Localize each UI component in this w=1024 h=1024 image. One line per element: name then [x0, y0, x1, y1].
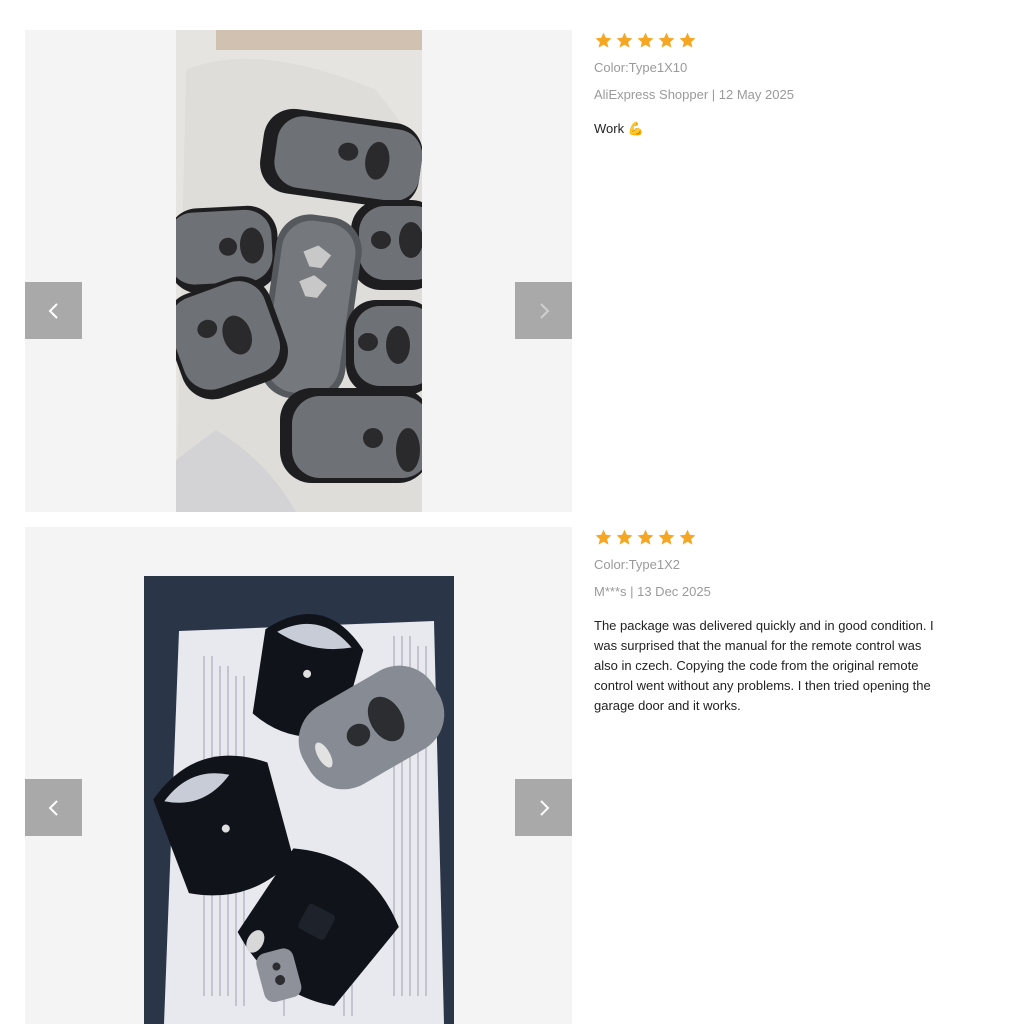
star-icon — [616, 32, 633, 48]
review-author-date: AliExpress Shopper | 12 May 2025 — [594, 87, 794, 102]
star-icon — [595, 529, 612, 545]
next-photo-button[interactable] — [515, 779, 572, 836]
previous-photo-button[interactable] — [25, 282, 82, 339]
review-info: Color:Type1X10 AliExpress Shopper | 12 M… — [594, 30, 939, 139]
star-rating — [594, 31, 939, 51]
review-author-date: M***s | 13 Dec 2025 — [594, 584, 711, 599]
review-card: Color:Type1X10 AliExpress Shopper | 12 M… — [25, 30, 1005, 512]
star-icon — [637, 32, 654, 48]
review-photo[interactable] — [144, 576, 454, 1024]
review-card: Color:Type1X2 M***s | 13 Dec 2025 The pa… — [25, 527, 1005, 1024]
review-photo[interactable] — [176, 30, 422, 512]
remotes-on-manual-image — [144, 576, 454, 1024]
star-icon — [616, 529, 633, 545]
review-text: The package was delivered quickly and in… — [594, 618, 934, 713]
review-photo-gallery — [25, 30, 572, 512]
star-icon — [679, 32, 696, 48]
remote-pile-image — [176, 30, 422, 512]
review-text: Work 💪 — [594, 121, 644, 136]
review-photo-gallery — [25, 527, 572, 1024]
previous-photo-button[interactable] — [25, 779, 82, 836]
star-icon — [679, 529, 696, 545]
chevron-right-icon — [539, 799, 549, 816]
star-icon — [637, 529, 654, 545]
star-icon — [658, 529, 675, 545]
star-rating — [594, 528, 939, 548]
review-info: Color:Type1X2 M***s | 13 Dec 2025 The pa… — [594, 527, 939, 716]
color-variant: Color:Type1X10 — [594, 60, 688, 75]
star-icon — [595, 32, 612, 48]
chevron-left-icon — [48, 302, 58, 319]
next-photo-button[interactable] — [515, 282, 572, 339]
chevron-right-icon — [539, 302, 549, 319]
color-variant: Color:Type1X2 — [594, 557, 680, 572]
star-icon — [658, 32, 675, 48]
chevron-left-icon — [48, 799, 58, 816]
